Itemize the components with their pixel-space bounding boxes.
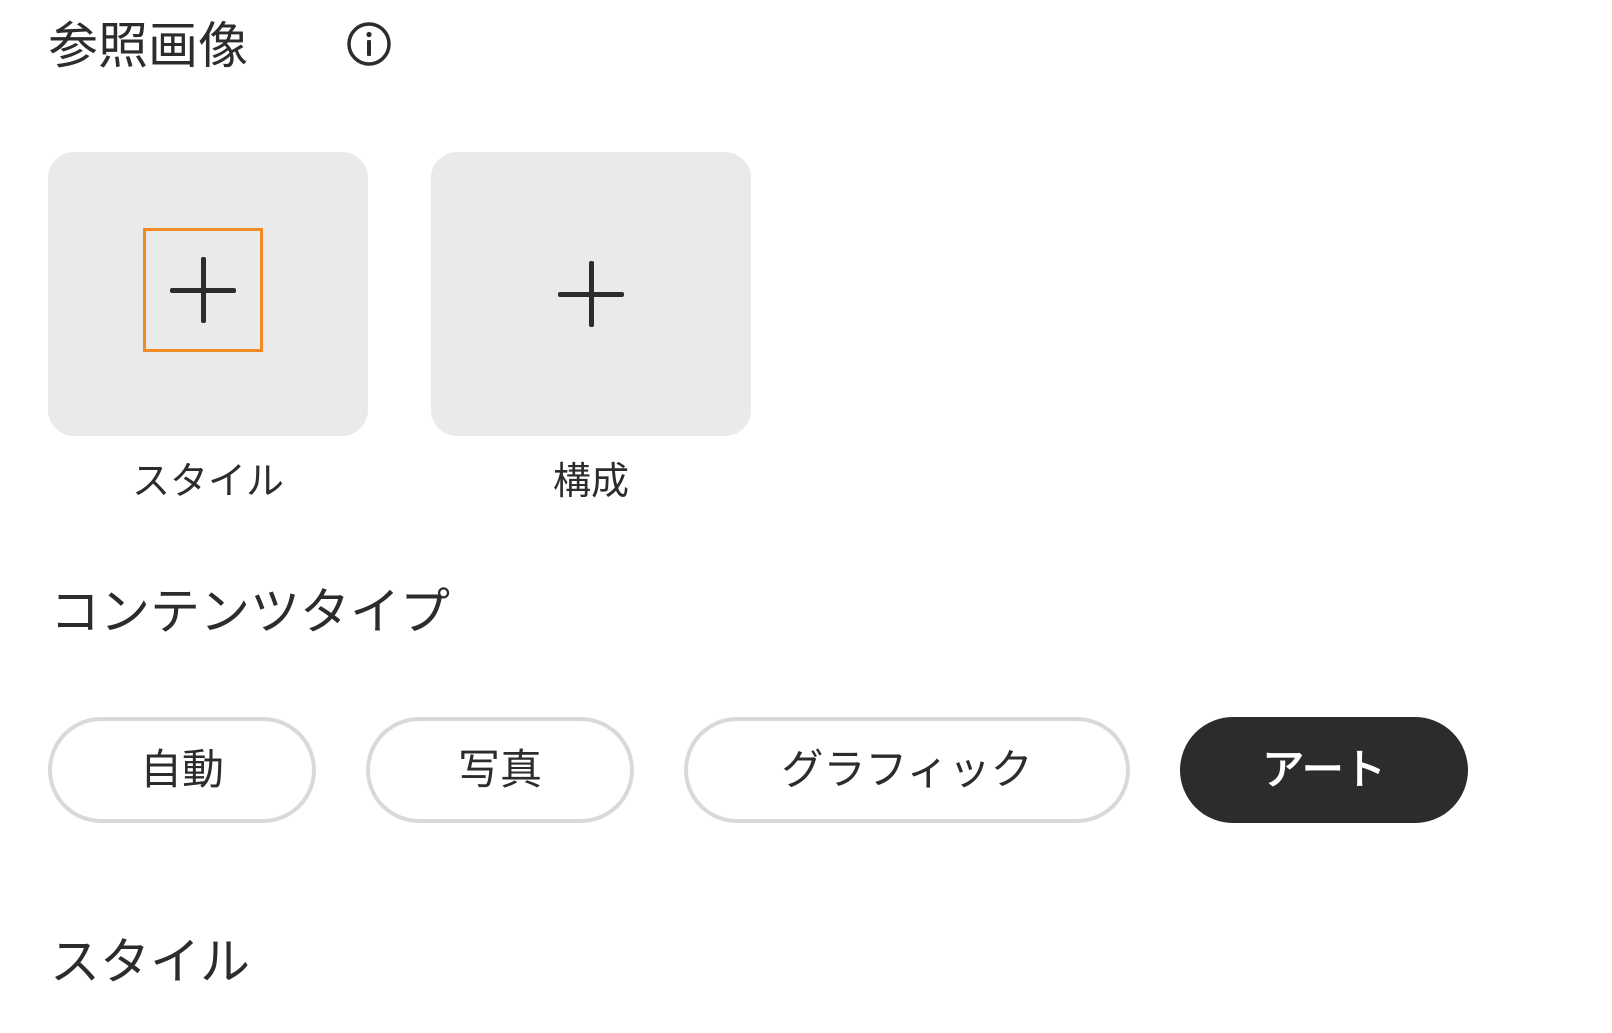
- composition-reference-slot: 構成: [431, 152, 751, 504]
- style-section-title: スタイル: [50, 933, 250, 991]
- content-type-auto-chip[interactable]: 自動: [48, 717, 316, 823]
- content-type-title: コンテンツタイプ: [50, 583, 450, 641]
- info-icon[interactable]: [345, 20, 393, 68]
- plus-icon: [556, 259, 626, 329]
- add-style-reference-button[interactable]: [48, 152, 368, 436]
- composition-reference-label: 構成: [552, 459, 629, 503]
- add-composition-reference-button[interactable]: [431, 152, 751, 436]
- content-type-art-chip[interactable]: アート: [1180, 717, 1468, 823]
- content-type-graphic-chip[interactable]: グラフィック: [684, 717, 1130, 823]
- content-type-photo-chip[interactable]: 写真: [366, 717, 634, 823]
- style-reference-label: スタイル: [131, 459, 284, 503]
- reference-images-title: 参照画像: [48, 17, 248, 75]
- style-reference-slot: スタイル: [48, 152, 368, 504]
- plus-icon[interactable]: [143, 228, 263, 352]
